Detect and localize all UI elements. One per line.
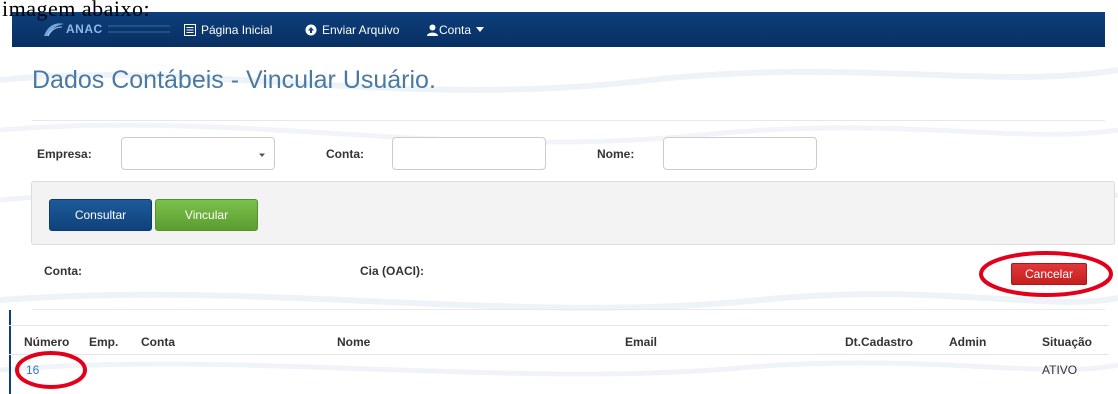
nav-account[interactable]: Conta bbox=[427, 12, 485, 47]
anac-logo[interactable]: ANAC bbox=[42, 21, 172, 39]
empresa-select[interactable] bbox=[121, 137, 275, 170]
list-icon bbox=[184, 23, 196, 36]
top-navbar: ANAC Página Inicial Enviar Arquivo Conta bbox=[12, 12, 1105, 47]
section-divider bbox=[32, 309, 1105, 310]
title-divider bbox=[32, 120, 1105, 121]
actions-panel: Consultar Vincular bbox=[31, 181, 1115, 245]
circle-arrow-icon bbox=[305, 24, 317, 35]
nav-home[interactable]: Página Inicial bbox=[184, 12, 272, 47]
consultar-button[interactable]: Consultar bbox=[49, 199, 152, 231]
th-admin[interactable]: Admin bbox=[949, 335, 986, 349]
conta-input[interactable] bbox=[392, 137, 546, 170]
anac-swoosh-icon bbox=[44, 23, 64, 37]
nome-input[interactable] bbox=[663, 137, 817, 170]
user-icon bbox=[427, 24, 438, 36]
cancelar-button[interactable]: Cancelar bbox=[1011, 263, 1087, 285]
info-conta-label: Conta: bbox=[44, 264, 82, 278]
th-situacao[interactable]: Situação bbox=[1042, 335, 1092, 349]
page-title: Dados Contábeis - Vincular Usuário. bbox=[32, 66, 436, 94]
nav-account-label: Conta bbox=[439, 22, 472, 37]
brand-name: ANAC bbox=[66, 22, 103, 36]
info-cia-label: Cia (OACI): bbox=[360, 264, 424, 278]
conta-label: Conta: bbox=[326, 147, 364, 161]
caret-down-icon bbox=[476, 27, 485, 32]
brand-subtitle-lines bbox=[108, 25, 170, 33]
overlay-caption: imagem abaixo: bbox=[2, 0, 151, 21]
th-nome[interactable]: Nome bbox=[337, 335, 370, 349]
nome-label: Nome: bbox=[597, 147, 635, 161]
vincular-button[interactable]: Vincular bbox=[155, 199, 258, 231]
nav-upload[interactable]: Enviar Arquivo bbox=[305, 12, 399, 47]
nav-upload-label: Enviar Arquivo bbox=[322, 22, 400, 37]
table-header: Número Emp. Conta Nome Email Dt.Cadastro… bbox=[9, 325, 1109, 355]
row-numero-link[interactable]: 16 bbox=[26, 363, 39, 377]
th-conta[interactable]: Conta bbox=[141, 335, 175, 349]
chevron-down-icon bbox=[259, 153, 265, 157]
th-numero[interactable]: Número bbox=[24, 335, 69, 349]
empresa-label: Empresa: bbox=[37, 147, 92, 161]
row-situacao: ATIVO bbox=[1042, 363, 1078, 377]
th-emp[interactable]: Emp. bbox=[89, 335, 118, 349]
annotation-circle-numero bbox=[15, 351, 87, 389]
th-dt-cadastro[interactable]: Dt.Cadastro bbox=[845, 335, 913, 349]
th-email[interactable]: Email bbox=[625, 335, 657, 349]
nav-home-label: Página Inicial bbox=[201, 22, 273, 37]
